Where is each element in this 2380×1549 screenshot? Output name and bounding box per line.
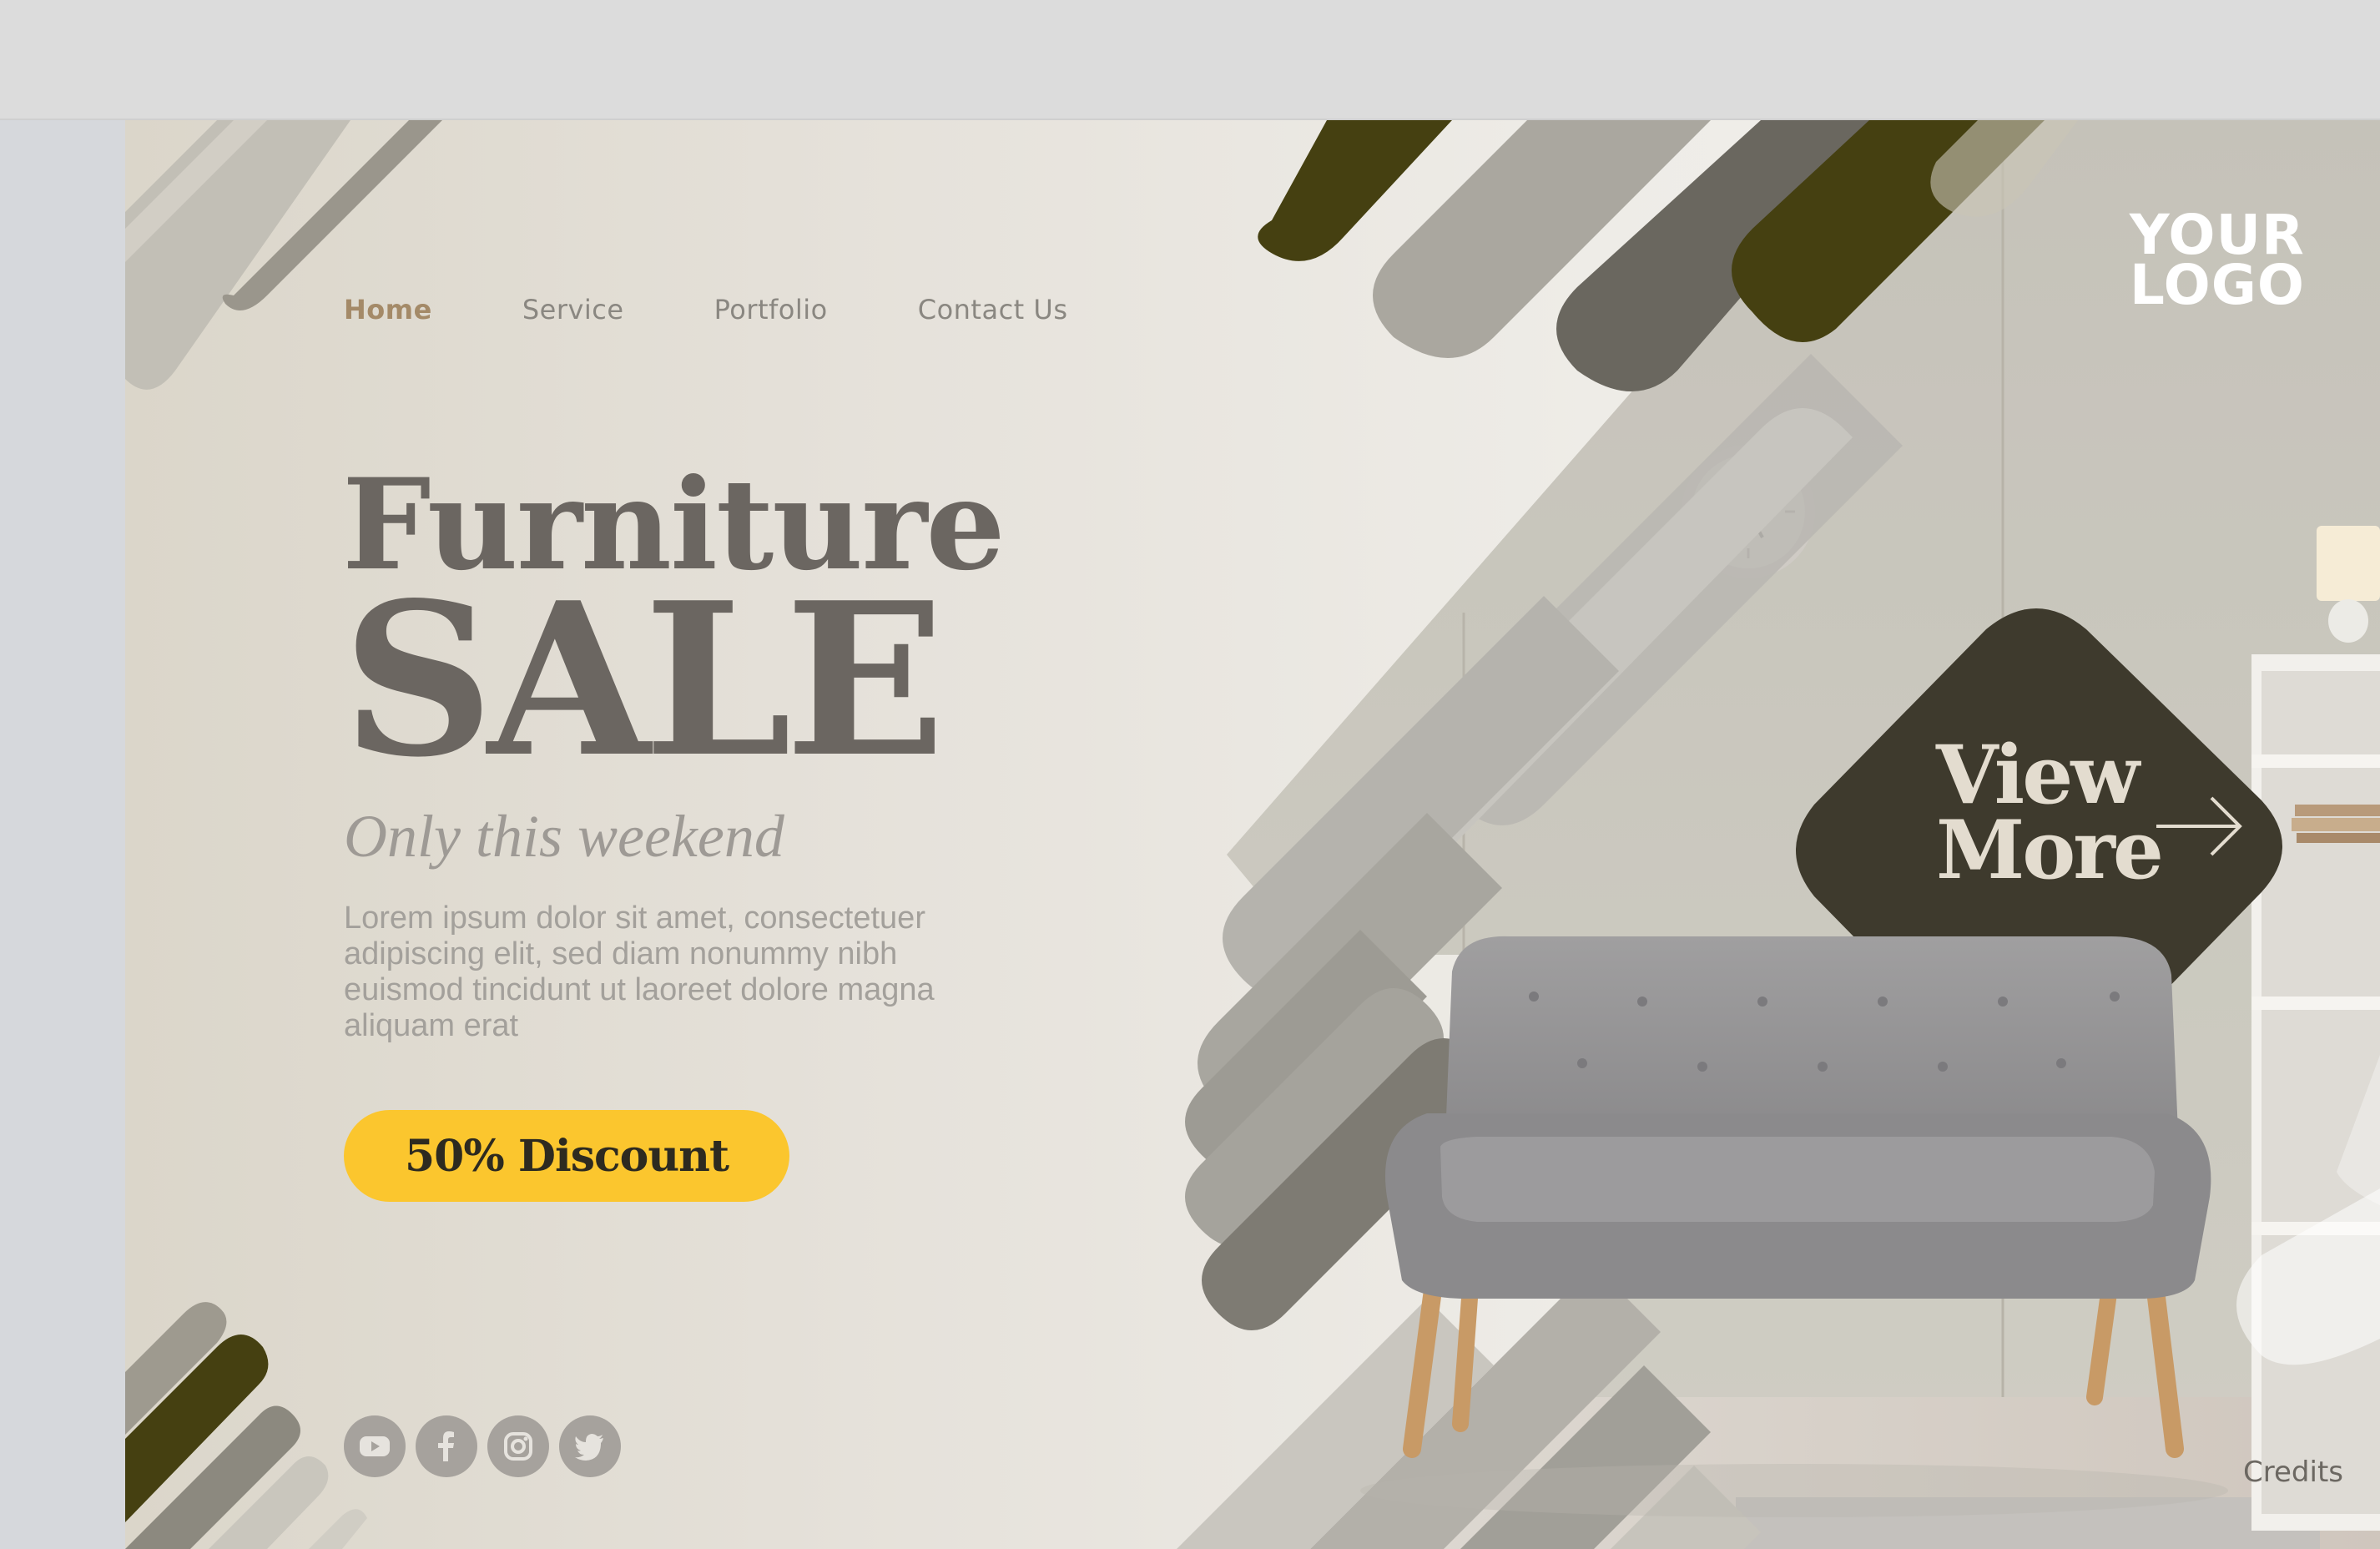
view-more-line-1: View: [1936, 728, 2140, 822]
view-more-line-2: More: [1936, 803, 2164, 897]
nav-service[interactable]: Service: [522, 294, 624, 325]
hero-body-text: Lorem ipsum dolor sit amet, consectetuer…: [344, 901, 935, 1043]
left-gutter: [0, 120, 125, 1549]
logo-line-2: LOGO: [2129, 253, 2305, 317]
view-more-label: View More: [1936, 728, 2164, 897]
instagram-icon[interactable]: [487, 1415, 549, 1477]
top-left-corner-bands: [125, 120, 442, 390]
site-logo[interactable]: YOUR LOGO: [2129, 208, 2305, 317]
main-nav: Home Service Portfolio Contact Us: [344, 294, 1067, 325]
hero-title-sale: SALE: [342, 557, 945, 804]
landing-page: Home Service Portfolio Contact Us Furnit…: [125, 120, 2380, 1549]
discount-button[interactable]: 50% Discount: [344, 1110, 789, 1202]
youtube-icon[interactable]: [344, 1415, 406, 1477]
credits-link[interactable]: Credits: [2243, 1456, 2343, 1489]
hero-subtitle: Only this weekend: [344, 803, 784, 870]
social-links: [344, 1415, 621, 1477]
bottom-left-corner-bands: [125, 1302, 367, 1549]
browser-top-bar: [0, 0, 2380, 120]
facebook-icon[interactable]: [416, 1415, 477, 1477]
nav-portfolio[interactable]: Portfolio: [714, 294, 828, 325]
nav-home[interactable]: Home: [344, 294, 432, 325]
twitter-icon[interactable]: [559, 1415, 621, 1477]
nav-contact-us[interactable]: Contact Us: [918, 294, 1068, 325]
